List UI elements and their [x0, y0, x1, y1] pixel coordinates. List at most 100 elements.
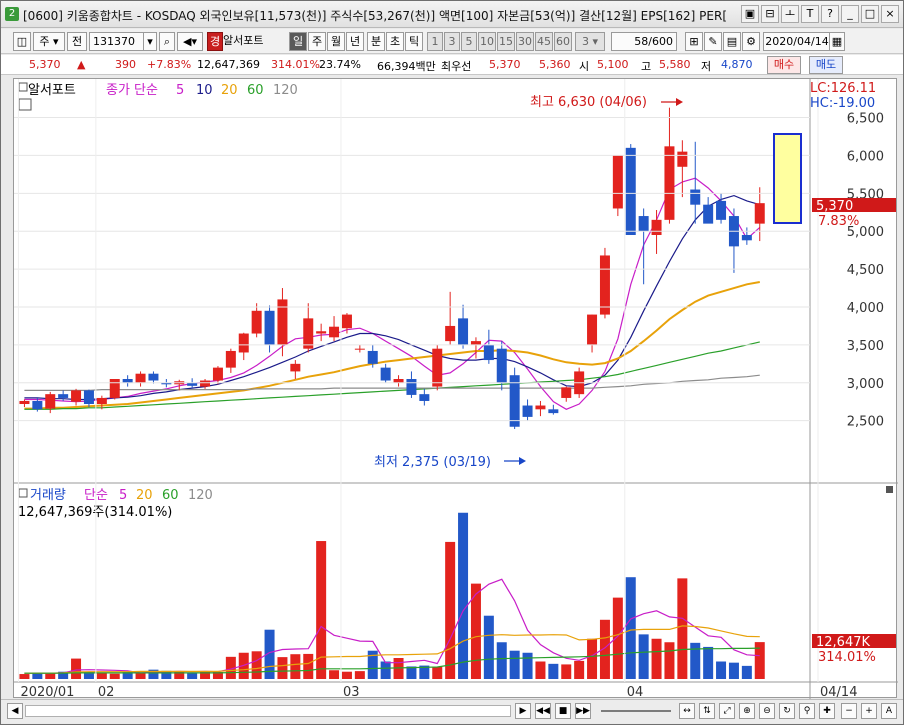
layout-icon[interactable]: ⊟ — [761, 5, 779, 23]
candle-body — [548, 409, 559, 414]
scroll-left-icon[interactable]: ◀ — [7, 703, 23, 719]
draw-icon[interactable]: ✎ — [704, 32, 722, 51]
chart-icon-h[interactable]: ✚ — [819, 703, 835, 719]
period-second[interactable]: 초 — [386, 32, 404, 51]
zoom-out-icon[interactable]: − — [841, 703, 857, 719]
period-tick[interactable]: 틱 — [405, 32, 423, 51]
period-week[interactable]: 주 — [308, 32, 326, 51]
interval-15[interactable]: 15 — [497, 32, 515, 51]
prev-button[interactable]: 전 — [67, 32, 87, 51]
period-select[interactable]: 주 ▾ — [33, 32, 65, 51]
volume-bar — [19, 674, 30, 679]
warning-tag: 경 — [207, 32, 223, 51]
panel-close-icon[interactable] — [886, 486, 893, 493]
selection-box[interactable] — [773, 133, 802, 224]
toggle-icon[interactable] — [18, 82, 28, 92]
font-icon[interactable]: T — [801, 5, 819, 23]
chart-icon-b[interactable]: ⇅ — [699, 703, 715, 719]
volume-ma120: 120 — [188, 488, 213, 503]
stop-icon[interactable]: ■ — [555, 703, 571, 719]
candle-body — [638, 216, 649, 232]
pin-icon[interactable]: ㅗ — [781, 5, 799, 23]
count-input[interactable]: 58/600 — [611, 32, 677, 51]
candle-icon[interactable]: ⊞ — [685, 32, 703, 51]
rewind-icon[interactable]: ◀◀ — [535, 703, 551, 719]
period-month[interactable]: 월 — [327, 32, 345, 51]
price-tick-label: 6,000 — [847, 149, 884, 164]
sell-button[interactable]: 매도 — [809, 56, 843, 74]
volume-bar — [458, 512, 469, 679]
interval-3[interactable]: 3 — [444, 32, 460, 51]
candle-body — [741, 235, 752, 241]
close-icon[interactable]: × — [881, 5, 899, 23]
sound-icon[interactable]: ◀▾ — [177, 32, 203, 51]
volume-bar — [638, 634, 649, 679]
zoom-slider[interactable] — [601, 710, 671, 712]
candle-body — [58, 394, 69, 398]
volume-bar — [445, 541, 456, 679]
code-input[interactable]: 131370 — [89, 32, 151, 51]
candle-body — [496, 348, 507, 383]
price-tick-label: 2,500 — [847, 415, 884, 430]
chart-type-icon[interactable]: ◫ — [13, 32, 31, 51]
volume-bar — [612, 597, 623, 679]
screen-icon[interactable]: ▣ — [741, 5, 759, 23]
low-arrowhead-icon — [519, 457, 526, 465]
settings-icon[interactable]: ⚙ — [742, 32, 760, 51]
period-year[interactable]: 년 — [346, 32, 364, 51]
price-marker-value: 5,370 — [816, 199, 853, 214]
chart-icon-d[interactable]: ⊕ — [739, 703, 755, 719]
interval-5[interactable]: 5 — [461, 32, 477, 51]
date-tick-label: 2020/01 — [20, 685, 74, 699]
calendar-icon[interactable]: ▦ — [829, 32, 845, 51]
scrollbar-track[interactable] — [25, 705, 511, 717]
chart-canvas[interactable]: 알서포트 종가 단순 5 10 20 60 120 거래량 단순 5 20 60… — [14, 79, 898, 700]
volume-bar — [703, 646, 714, 679]
price-tick-label: 3,000 — [847, 377, 884, 392]
play-icon[interactable]: ▶ — [515, 703, 531, 719]
interval-30[interactable]: 30 — [516, 32, 534, 51]
help-icon[interactable]: ? — [821, 5, 839, 23]
volume-legend-name: 거래량 — [30, 488, 66, 503]
search-icon[interactable]: ⌕ — [159, 32, 175, 51]
volume-bar — [561, 664, 572, 679]
volume-bar — [587, 638, 598, 679]
interval-60[interactable]: 60 — [554, 32, 572, 51]
period-minute[interactable]: 분 — [367, 32, 385, 51]
save-icon[interactable]: ▤ — [723, 32, 741, 51]
forward-icon[interactable]: ▶▶ — [575, 703, 591, 719]
chart-icon-g[interactable]: ⚲ — [799, 703, 815, 719]
date-input[interactable]: 2020/04/14 — [763, 32, 831, 51]
interval-select[interactable]: 3 ▾ — [575, 32, 605, 51]
buy-button[interactable]: 매수 — [767, 56, 801, 74]
code-dropdown-icon[interactable]: ▾ — [143, 32, 157, 51]
legend-ma120: 120 — [273, 83, 298, 98]
chart-icon-a[interactable]: ↔ — [679, 703, 695, 719]
interval-45[interactable]: 45 — [535, 32, 553, 51]
period-day[interactable]: 일 — [289, 32, 307, 51]
legend-stock-name: 알서포트 — [28, 83, 76, 98]
volume-toggle-icon[interactable] — [18, 488, 28, 498]
chart-icon-e[interactable]: ⊖ — [759, 703, 775, 719]
interval-1[interactable]: 1 — [427, 32, 443, 51]
candle-body — [212, 367, 223, 381]
minimize-icon[interactable]: _ — [841, 5, 859, 23]
font-size-icon[interactable]: A — [881, 703, 897, 719]
volume-bar — [690, 642, 701, 679]
chart-panel[interactable]: 알서포트 종가 단순 5 10 20 60 120 거래량 단순 5 20 60… — [13, 78, 898, 700]
open-label: 시 — [579, 60, 590, 73]
volume-bar — [187, 673, 198, 679]
grid-icon[interactable] — [18, 98, 32, 111]
interval-10[interactable]: 10 — [478, 32, 496, 51]
candle-body — [445, 325, 456, 342]
candle-body — [625, 147, 636, 235]
candle-body — [45, 394, 56, 409]
maximize-icon[interactable]: □ — [861, 5, 879, 23]
best-quote-label: 최우선 — [441, 60, 472, 73]
volume-ma20-line — [24, 625, 760, 674]
legend-ma60: 60 — [247, 83, 264, 98]
chart-icon-f[interactable]: ↻ — [779, 703, 795, 719]
zoom-in-icon[interactable]: + — [861, 703, 877, 719]
chart-icon-c[interactable]: ⤢ — [719, 703, 735, 719]
volume-bar — [109, 673, 120, 679]
